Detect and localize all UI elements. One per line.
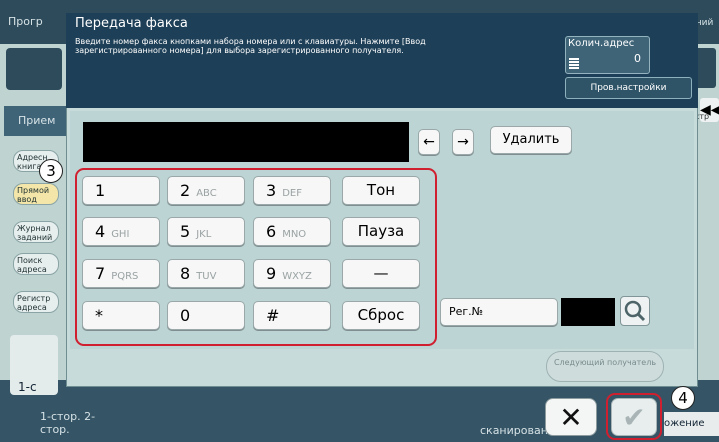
key-9[interactable]: 9 WXYZ xyxy=(253,259,331,288)
background-program-tab[interactable]: Прогр xyxy=(8,15,43,28)
background-tab-job-log[interactable]: Журнал заданий xyxy=(13,221,59,243)
key-0[interactable]: 0 xyxy=(167,301,245,330)
address-count-label: Колич.адрес xyxy=(568,38,635,49)
fax-number-display[interactable] xyxy=(83,122,409,162)
key-8[interactable]: 8 TUV xyxy=(167,259,245,288)
registration-number-field[interactable] xyxy=(561,298,615,326)
key-asterisk[interactable]: * xyxy=(82,301,160,330)
ok-highlight xyxy=(606,393,662,440)
step-badge-4: 4 xyxy=(671,386,695,410)
background-tab-direct[interactable]: Прямой ввод xyxy=(13,183,59,205)
background-receive-tab[interactable]: Прием xyxy=(4,106,66,136)
dash-button[interactable]: — xyxy=(342,259,420,288)
key-5[interactable]: 5 JKL xyxy=(167,217,245,246)
dialog-instruction: Введите номер факса кнопками набора номе… xyxy=(75,37,426,55)
reset-button[interactable]: Сброс xyxy=(342,301,420,330)
background-scan-label[interactable]: сканирован xyxy=(480,424,548,437)
pause-button[interactable]: Пауза xyxy=(342,217,420,246)
cursor-left-button[interactable]: ← xyxy=(418,129,440,155)
step-badge-3: 3 xyxy=(39,159,63,183)
key-3[interactable]: 3 DEF xyxy=(253,176,331,205)
key-4[interactable]: 4 GHI xyxy=(82,217,160,246)
tone-button[interactable]: Тон xyxy=(342,176,420,205)
check-settings-button[interactable]: Пров.настройки xyxy=(565,77,692,99)
key-hash[interactable]: # xyxy=(253,301,331,330)
address-count-value: 0 xyxy=(634,52,641,65)
key-7[interactable]: 7 PQRS xyxy=(82,259,160,288)
key-1[interactable]: 1 xyxy=(82,176,160,205)
cursor-right-button[interactable]: → xyxy=(452,129,474,155)
key-6[interactable]: 6 MNO xyxy=(253,217,331,246)
key-2[interactable]: 2 ABC xyxy=(167,176,245,205)
background-scan-icon xyxy=(6,48,62,90)
search-icon[interactable] xyxy=(620,296,650,326)
next-recipient-button[interactable]: Следующий получатель xyxy=(546,351,664,382)
delete-button[interactable]: Удалить xyxy=(490,126,572,154)
dialog-title: Передача факса xyxy=(75,16,188,31)
background-tab-search[interactable]: Поиск адреса xyxy=(13,253,59,275)
background-count-label: 1-с xyxy=(18,380,37,394)
background-placement-label[interactable]: ожение xyxy=(664,412,719,436)
address-list-icon xyxy=(569,58,579,69)
cancel-button[interactable]: ✕ xyxy=(545,398,597,436)
registration-number-button[interactable]: Рег.№ xyxy=(440,298,558,326)
background-duplex-label[interactable]: 1-стор. 2-стор. xyxy=(40,410,96,436)
background-tab-register[interactable]: Регистр адреса xyxy=(13,291,59,313)
